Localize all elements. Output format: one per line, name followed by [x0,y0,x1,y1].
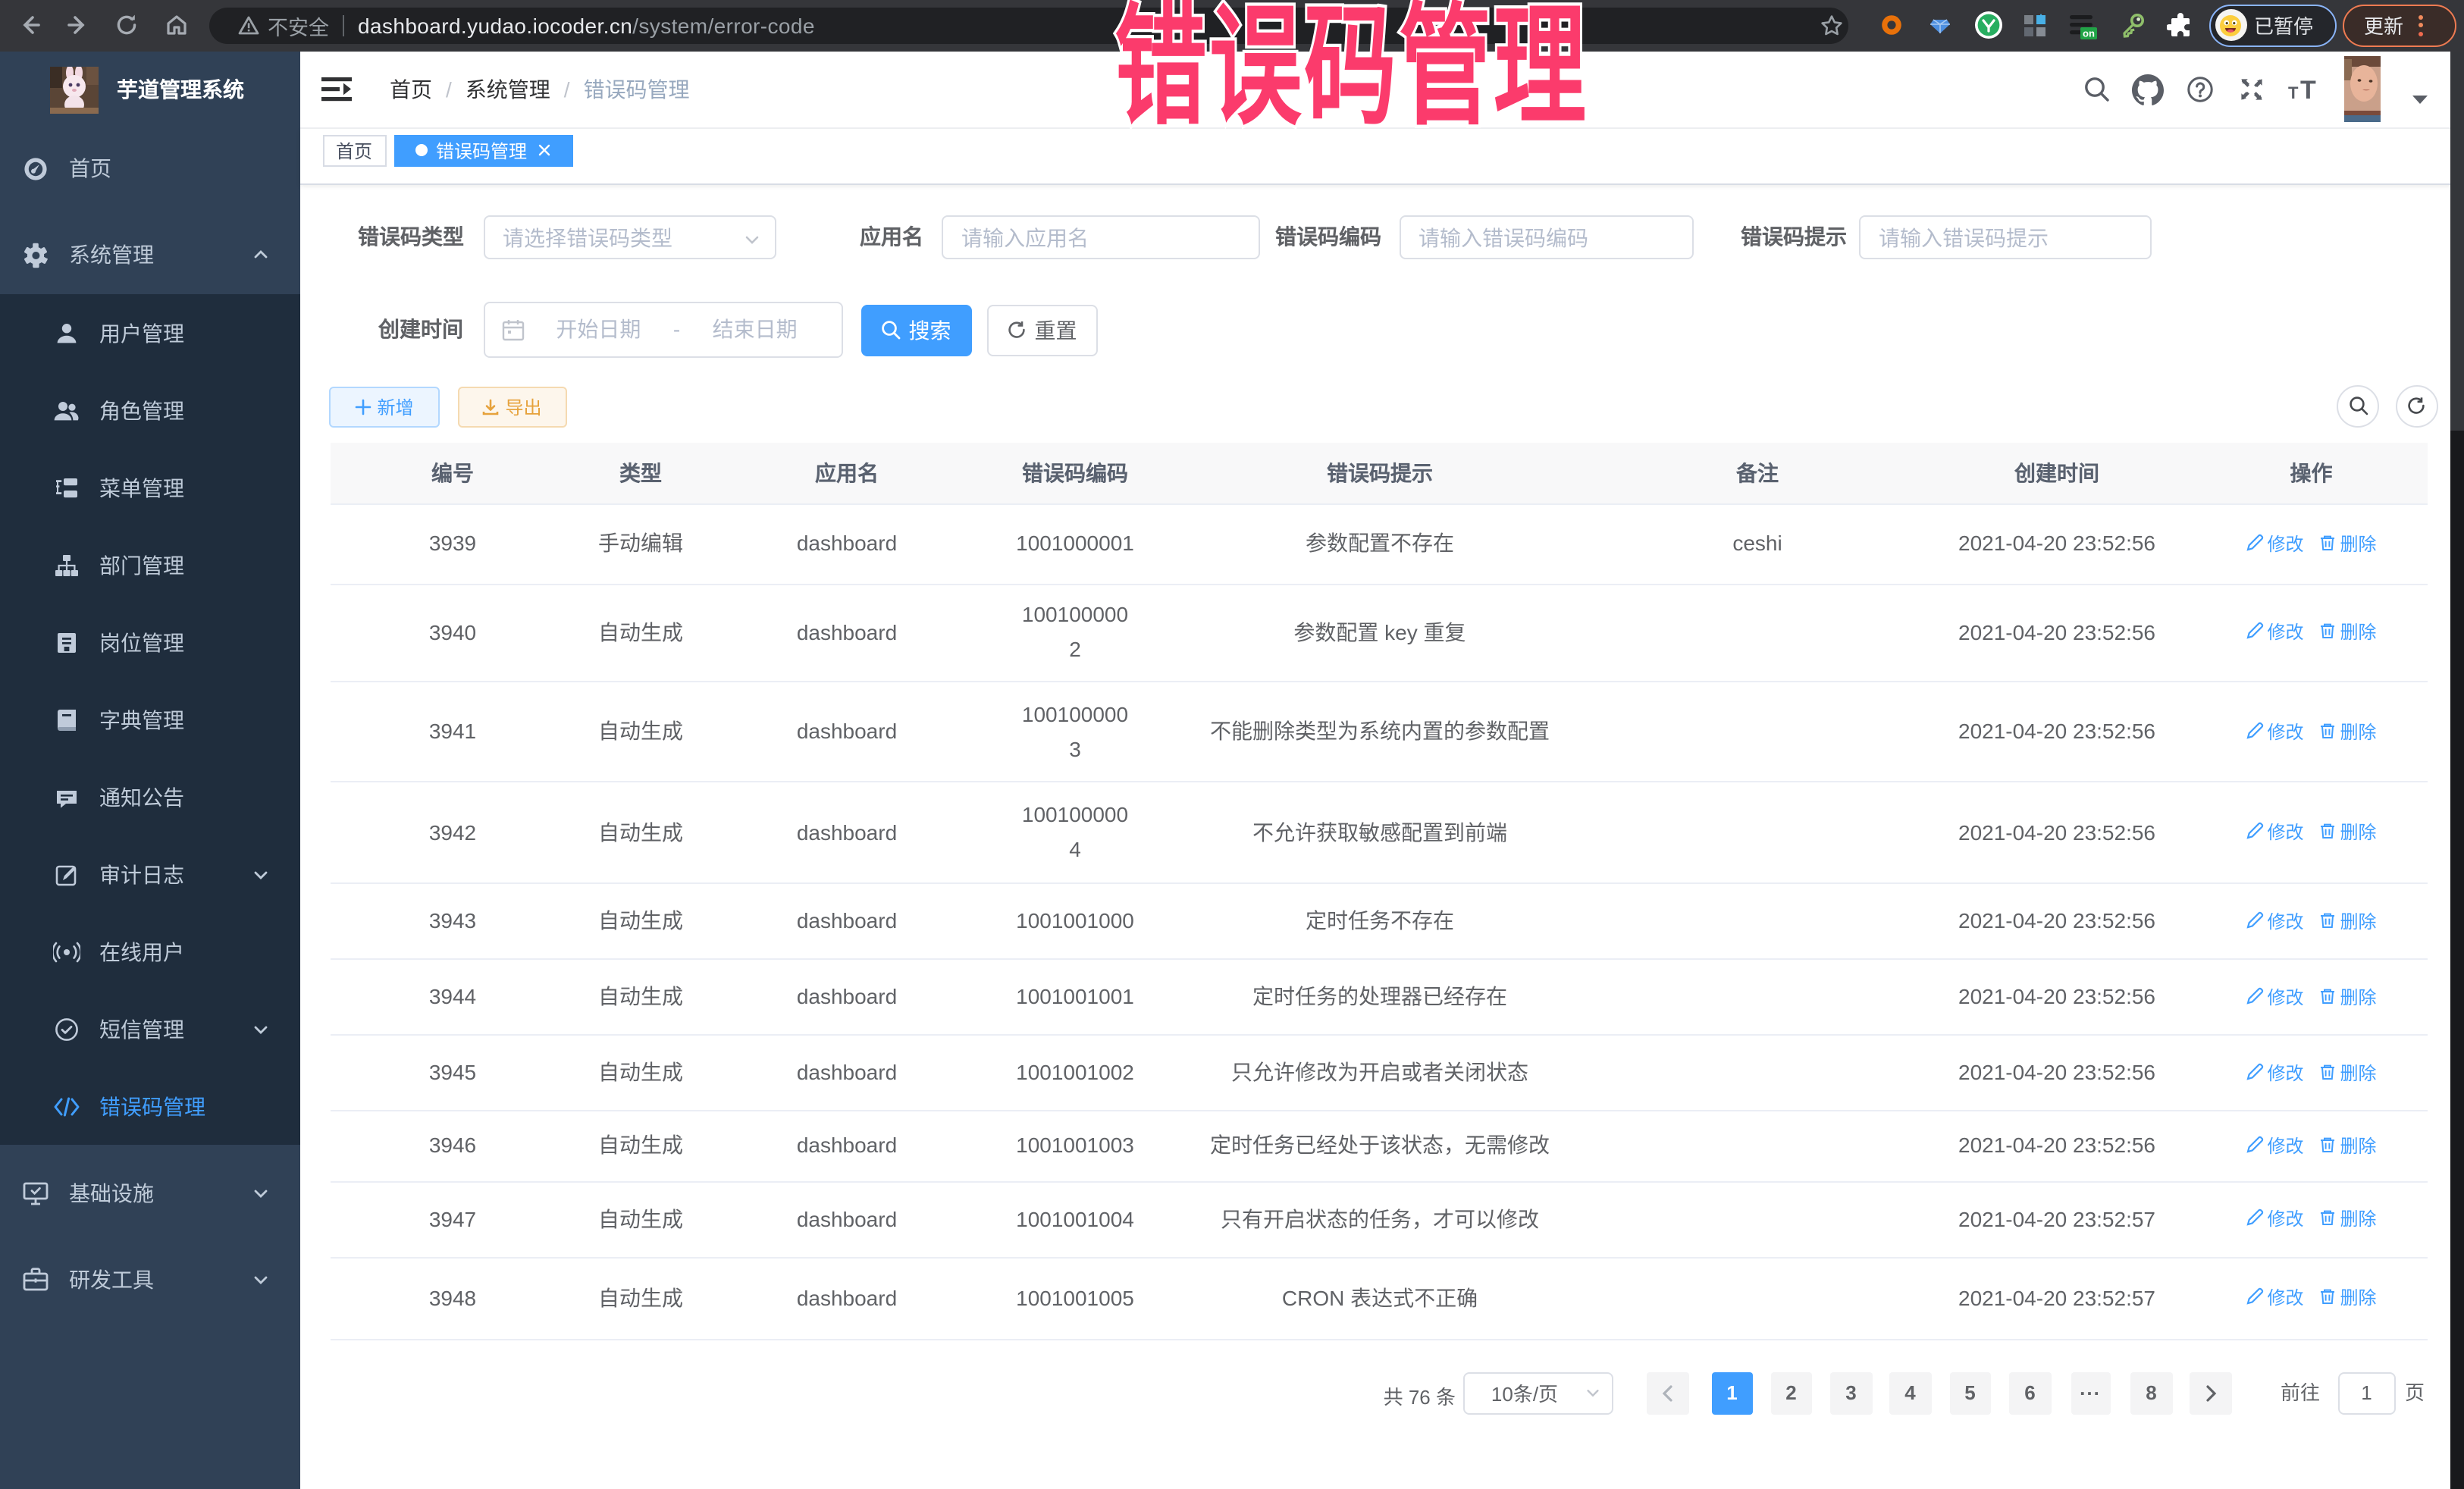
svg-text:T: T [2299,77,2315,102]
svg-text:错误码管理: 错误码管理 [1114,0,1588,140]
svg-text:T: T [2287,83,2298,102]
svg-text:on: on [2083,27,2095,39]
